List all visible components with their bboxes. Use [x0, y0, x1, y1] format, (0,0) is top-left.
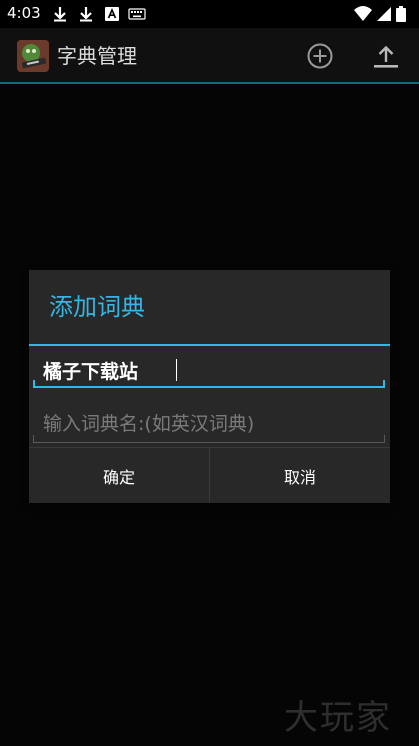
status-time: 4:03	[7, 4, 41, 22]
a-box-icon	[105, 7, 119, 21]
title-input-underline	[33, 435, 385, 443]
cancel-button[interactable]: 取消	[210, 448, 390, 503]
confirm-button[interactable]: 确定	[29, 448, 209, 503]
status-right-icons	[354, 6, 406, 22]
add-circle-icon[interactable]	[304, 40, 336, 72]
keyboard-icon	[128, 8, 146, 20]
wifi-icon	[354, 6, 372, 21]
status-bar: 4:03	[0, 0, 419, 28]
dialog-title: 添加词典	[49, 293, 145, 321]
add-dictionary-dialog: 添加词典 确定 取消	[29, 270, 390, 503]
page-title: 字典管理	[57, 44, 137, 68]
dialog-button-bar: 确定 取消	[29, 447, 390, 503]
download-icon	[80, 7, 92, 22]
watermark: 大玩家	[284, 698, 392, 738]
app-logo-icon	[17, 40, 49, 72]
download-icon	[54, 7, 66, 22]
battery-icon	[396, 6, 406, 22]
upload-icon[interactable]	[370, 40, 402, 72]
dialog-title-divider	[29, 344, 390, 346]
text-caret	[176, 359, 177, 381]
name-input-underline	[33, 380, 385, 388]
signal-icon	[377, 7, 391, 21]
